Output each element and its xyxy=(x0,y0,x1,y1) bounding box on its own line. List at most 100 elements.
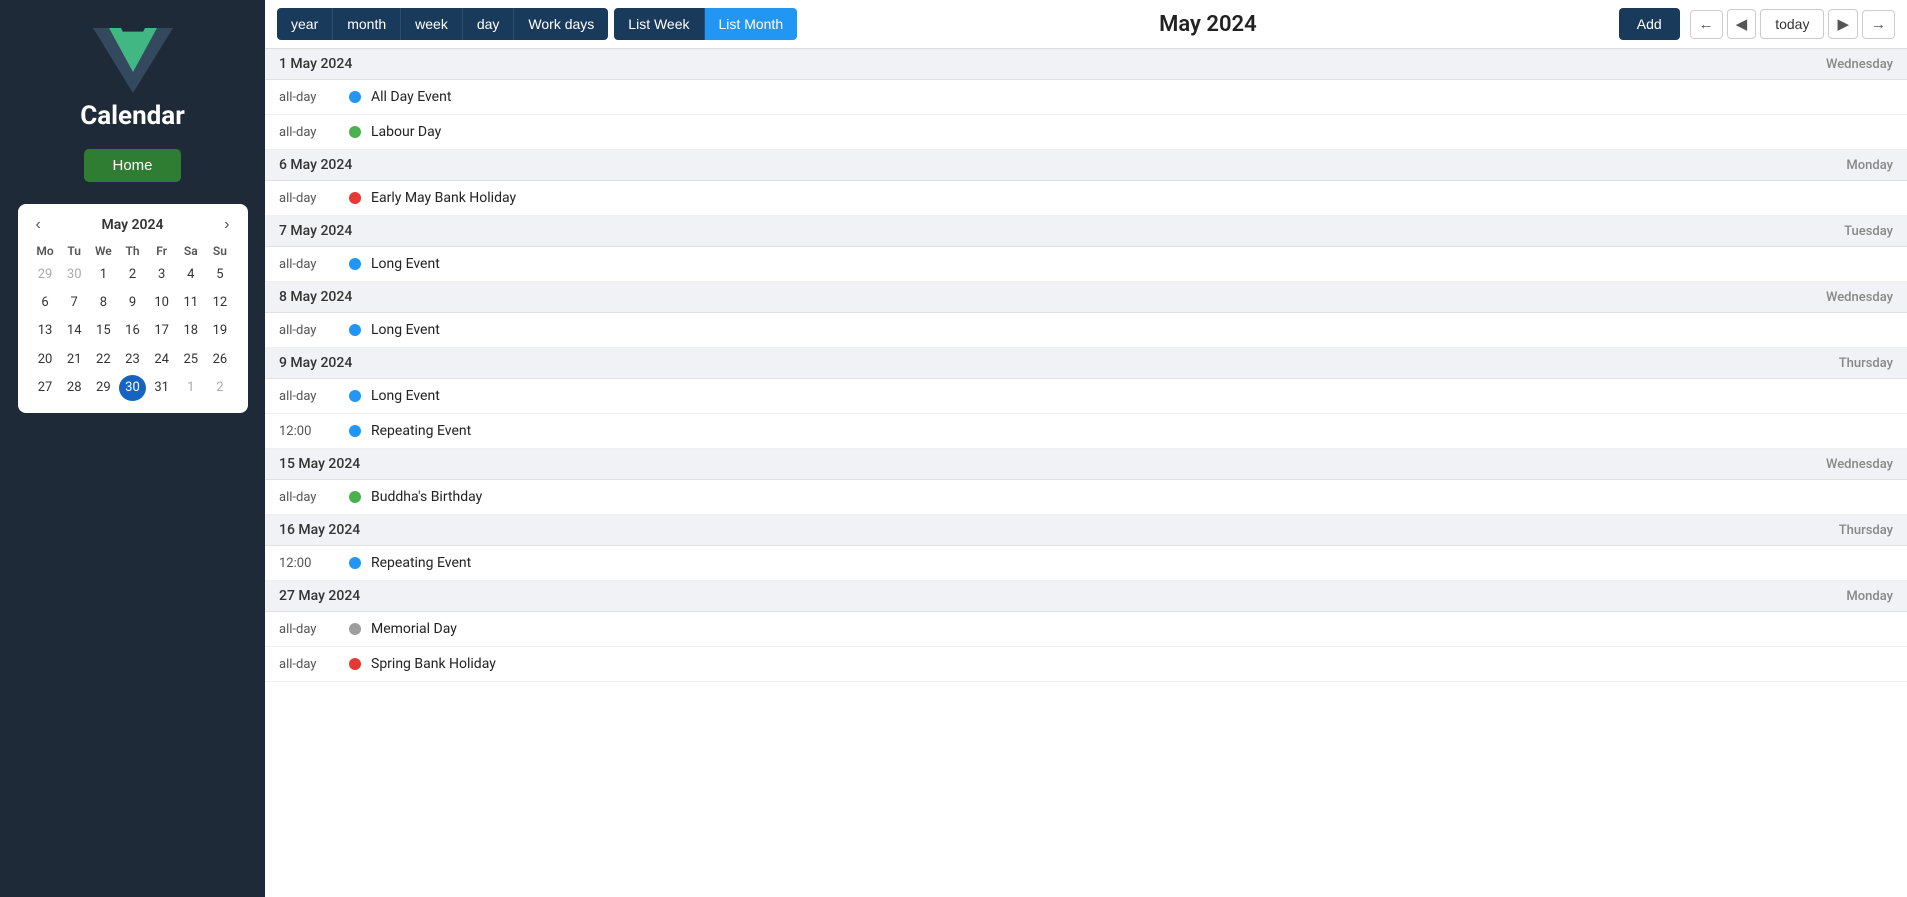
mini-cal-day-cell[interactable]: 29 xyxy=(90,375,117,401)
mini-cal-day-cell[interactable]: 4 xyxy=(177,262,204,288)
mini-cal-day-cell[interactable]: 17 xyxy=(148,318,175,344)
event-title: Buddha's Birthday xyxy=(371,489,482,505)
mini-cal-day-cell[interactable]: 15 xyxy=(90,318,117,344)
mini-cal-day-cell[interactable]: 6 xyxy=(32,290,59,316)
event-time: all-day xyxy=(279,323,349,338)
mini-cal-day-cell[interactable]: 16 xyxy=(119,318,146,344)
view-btn-workdays[interactable]: Work days xyxy=(514,8,608,40)
mini-cal-day-cell[interactable]: 14 xyxy=(61,318,88,344)
view-btn-year[interactable]: year xyxy=(277,8,333,40)
prev-month-icon-btn[interactable]: ◀ xyxy=(1727,9,1757,39)
event-dot xyxy=(349,324,361,336)
event-dot xyxy=(349,390,361,402)
view-btn-month[interactable]: month xyxy=(333,8,401,40)
date-header: 16 May 2024Thursday xyxy=(265,515,1907,546)
date-header: 6 May 2024Monday xyxy=(265,150,1907,181)
event-title: Long Event xyxy=(371,322,440,338)
list-btn-listmonth[interactable]: List Month xyxy=(705,8,798,40)
today-button[interactable]: today xyxy=(1760,9,1824,39)
date-header-day: Monday xyxy=(1846,158,1893,173)
event-row[interactable]: 12:00 Repeating Event xyxy=(265,546,1907,581)
event-title: Repeating Event xyxy=(371,555,471,571)
mini-cal-day-cell[interactable]: 2 xyxy=(206,375,233,401)
mini-cal-day-cell[interactable]: 31 xyxy=(148,375,175,401)
mini-cal-day-cell[interactable]: 28 xyxy=(61,375,88,401)
sidebar-title: Calendar xyxy=(80,101,185,131)
event-title: Memorial Day xyxy=(371,621,457,637)
sidebar: Calendar Home ‹ May 2024 › MoTuWeThFrSaS… xyxy=(0,0,265,897)
mini-cal-day-cell[interactable]: 19 xyxy=(206,318,233,344)
event-title: Long Event xyxy=(371,388,440,404)
mini-cal-day-header: Fr xyxy=(148,242,175,260)
date-header-day: Wednesday xyxy=(1826,57,1893,72)
mini-cal-day-cell[interactable]: 30 xyxy=(119,375,146,401)
mini-cal-day-cell[interactable]: 5 xyxy=(206,262,233,288)
main-content: yearmonthweekdayWork days List WeekList … xyxy=(265,0,1907,897)
event-time: 12:00 xyxy=(279,556,349,571)
mini-cal-day-cell[interactable]: 30 xyxy=(61,262,88,288)
mini-cal-day-cell[interactable]: 22 xyxy=(90,347,117,373)
mini-cal-day-cell[interactable]: 1 xyxy=(90,262,117,288)
mini-cal-next[interactable]: › xyxy=(220,216,233,234)
mini-cal-day-cell[interactable]: 13 xyxy=(32,318,59,344)
event-row[interactable]: all-dayLong Event xyxy=(265,379,1907,414)
mini-cal-day-cell[interactable]: 9 xyxy=(119,290,146,316)
mini-cal-day-cell[interactable]: 25 xyxy=(177,347,204,373)
mini-cal-day-cell[interactable]: 3 xyxy=(148,262,175,288)
list-btn-listweek[interactable]: List Week xyxy=(614,8,704,40)
event-title: Labour Day xyxy=(371,124,441,140)
event-dot xyxy=(349,258,361,270)
event-row[interactable]: all-dayBuddha's Birthday xyxy=(265,480,1907,515)
view-btn-day[interactable]: day xyxy=(463,8,515,40)
mini-cal-day-header: We xyxy=(90,242,117,260)
date-header-label: 9 May 2024 xyxy=(279,355,352,371)
date-header-label: 1 May 2024 xyxy=(279,56,352,72)
event-row[interactable]: all-dayEarly May Bank Holiday xyxy=(265,181,1907,216)
next-icon-btn[interactable]: → xyxy=(1862,10,1895,39)
toolbar: yearmonthweekdayWork days List WeekList … xyxy=(265,0,1907,49)
event-row[interactable]: all-dayLong Event xyxy=(265,247,1907,282)
mini-cal-day-cell[interactable]: 23 xyxy=(119,347,146,373)
mini-cal-day-cell[interactable]: 2 xyxy=(119,262,146,288)
date-header: 27 May 2024Monday xyxy=(265,581,1907,612)
date-header-label: 16 May 2024 xyxy=(279,522,360,538)
event-title: Repeating Event xyxy=(371,423,471,439)
mini-cal-day-cell[interactable]: 26 xyxy=(206,347,233,373)
event-dot xyxy=(349,192,361,204)
mini-cal-day-header: Su xyxy=(206,242,233,260)
mini-cal-day-cell[interactable]: 11 xyxy=(177,290,204,316)
mini-cal-day-cell[interactable]: 7 xyxy=(61,290,88,316)
mini-cal-day-header: Mo xyxy=(32,242,59,260)
event-title: Early May Bank Holiday xyxy=(371,190,516,206)
event-row[interactable]: all-day Long Event xyxy=(265,313,1907,348)
mini-cal-day-cell[interactable]: 21 xyxy=(61,347,88,373)
mini-cal-prev[interactable]: ‹ xyxy=(32,216,45,234)
mini-cal-day-cell[interactable]: 8 xyxy=(90,290,117,316)
add-button[interactable]: Add xyxy=(1619,8,1680,40)
prev-icon-btn[interactable]: ← xyxy=(1690,10,1723,39)
mini-cal-day-cell[interactable]: 1 xyxy=(177,375,204,401)
event-row[interactable]: all-dayAll Day Event xyxy=(265,80,1907,115)
mini-cal-day-header: Tu xyxy=(61,242,88,260)
date-header: 7 May 2024Tuesday xyxy=(265,216,1907,247)
home-button[interactable]: Home xyxy=(84,149,180,182)
next-month-icon-btn[interactable]: ▶ xyxy=(1828,9,1858,39)
date-header-day: Wednesday xyxy=(1826,457,1893,472)
mini-cal-grid: MoTuWeThFrSaSu29301234567891011121314151… xyxy=(32,242,234,401)
mini-cal-day-cell[interactable]: 18 xyxy=(177,318,204,344)
mini-cal-day-cell[interactable]: 27 xyxy=(32,375,59,401)
mini-cal-day-cell[interactable]: 12 xyxy=(206,290,233,316)
mini-cal-header: ‹ May 2024 › xyxy=(32,216,234,234)
mini-cal-day-cell[interactable]: 24 xyxy=(148,347,175,373)
view-btn-week[interactable]: week xyxy=(401,8,463,40)
mini-cal-day-cell[interactable]: 29 xyxy=(32,262,59,288)
event-dot xyxy=(349,425,361,437)
event-row[interactable]: all-dayMemorial Day xyxy=(265,612,1907,647)
date-header: 9 May 2024Thursday xyxy=(265,348,1907,379)
event-row[interactable]: 12:00Repeating Event xyxy=(265,414,1907,449)
mini-cal-day-cell[interactable]: 10 xyxy=(148,290,175,316)
mini-cal-day-cell[interactable]: 20 xyxy=(32,347,59,373)
event-row[interactable]: all-daySpring Bank Holiday xyxy=(265,647,1907,682)
event-row[interactable]: all-dayLabour Day xyxy=(265,115,1907,150)
date-header-label: 27 May 2024 xyxy=(279,588,360,604)
